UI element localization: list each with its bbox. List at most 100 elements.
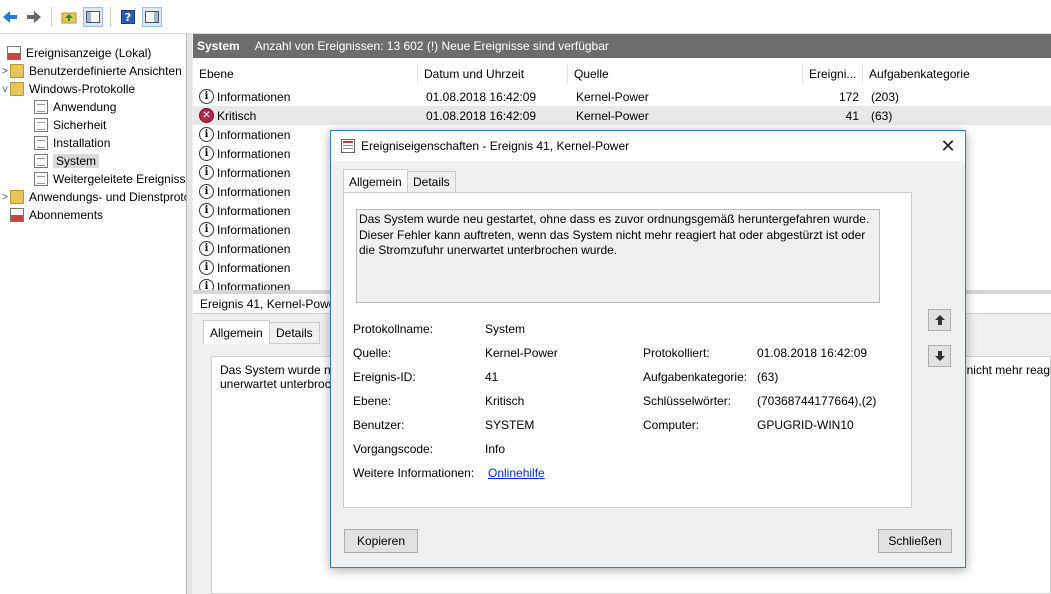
label-computer: Computer:	[643, 418, 700, 432]
cell-level: i Informationen	[199, 277, 290, 290]
close-icon[interactable]: ✕	[937, 135, 959, 157]
tree-item[interactable]: Anwendung	[24, 98, 116, 116]
subscriptions-icon	[10, 208, 24, 222]
toolbar-separator	[51, 6, 52, 27]
cell-source: Kernel-Power	[576, 108, 649, 123]
forward-arrow-icon[interactable]	[24, 7, 44, 27]
cell-task-category: (203)	[871, 89, 900, 104]
information-icon: i	[199, 203, 214, 218]
tree-item[interactable]: Installation	[24, 134, 110, 152]
event-viewer-icon	[341, 139, 355, 153]
information-icon: i	[199, 222, 214, 237]
label-protokollname: Protokollname:	[353, 322, 434, 336]
cell-level: i Informationen	[199, 144, 290, 163]
value-aufgabenkategorie: (63)	[757, 370, 779, 384]
navigation-tree: Ereignisanzeige (Lokal) > Benutzerdefinier…	[0, 34, 187, 594]
collapse-chevron-icon[interactable]: v	[0, 84, 10, 95]
label-protokolliert: Protokolliert:	[643, 346, 710, 360]
information-icon: i	[199, 165, 214, 180]
tab-general[interactable]: Allgemein	[343, 169, 408, 193]
close-button[interactable]: Schließen	[878, 529, 952, 553]
level-text: Informationen	[217, 184, 291, 199]
svg-text:?: ?	[125, 11, 131, 24]
tree-item[interactable]: Sicherheit	[24, 116, 106, 134]
up-folder-icon[interactable]	[59, 7, 79, 27]
tree-item-label: Windows-Protokolle	[29, 82, 136, 96]
label-quelle: Quelle:	[353, 346, 392, 360]
action-pane-icon[interactable]	[142, 6, 162, 27]
column-header-task-category[interactable]: Aufgabenkategorie	[863, 64, 1051, 84]
value-computer: GPUGRID-WIN10	[757, 418, 854, 432]
value-ereignis-id: 41	[485, 370, 499, 384]
column-header-event-id[interactable]: Ereigni...	[803, 64, 863, 84]
show-tree-icon[interactable]	[83, 6, 103, 27]
table-row[interactable]: ✕ Kritisch 01.08.2018 16:42:09 Kernel-Power…	[193, 106, 1051, 125]
tab-preview-general[interactable]: Allgemein	[203, 320, 270, 344]
tab-preview-details[interactable]: Details	[269, 322, 320, 344]
cell-level: ✕ Kritisch	[199, 106, 256, 125]
information-icon: i	[199, 146, 214, 161]
tree-item[interactable]: > Benutzerdefinierte Ansichten	[0, 62, 182, 80]
event-viewer-icon	[7, 46, 21, 60]
tree-item-label: Benutzerdefinierte Ansichten	[29, 64, 182, 78]
level-text: Informationen	[217, 127, 291, 142]
information-icon: i	[199, 241, 214, 256]
folder-icon	[10, 82, 24, 96]
tree-item-label: Anwendungs- und Dienstprotokolle	[29, 190, 186, 204]
information-icon: i	[199, 279, 214, 290]
tree-item[interactable]: System	[24, 152, 100, 170]
log-icon	[34, 118, 48, 132]
copy-button[interactable]: Kopieren	[344, 529, 418, 553]
log-icon	[34, 100, 48, 114]
level-text: Informationen	[217, 222, 291, 237]
level-text: Informationen	[217, 146, 291, 161]
tree-item-label: Ereignisanzeige (Lokal)	[26, 46, 152, 60]
tree-item[interactable]: v Windows-Protokolle	[0, 80, 135, 98]
cell-source: Kernel-Power	[576, 89, 649, 104]
log-icon	[34, 136, 48, 150]
expand-chevron-icon[interactable]: >	[0, 66, 10, 77]
tree-splitter[interactable]	[187, 34, 192, 594]
column-header-date[interactable]: Datum und Uhrzeit	[418, 64, 568, 84]
column-header-source[interactable]: Quelle	[568, 64, 803, 84]
tree-item[interactable]: Abonnements	[0, 206, 103, 224]
pane-title: System	[197, 39, 240, 53]
tree-item-label: Sicherheit	[53, 118, 107, 132]
help-icon[interactable]: ?	[118, 7, 138, 27]
column-header-level[interactable]: Ebene	[193, 64, 418, 84]
tab-details[interactable]: Details	[407, 171, 456, 193]
level-text: Informationen	[217, 89, 291, 104]
back-arrow-icon[interactable]	[0, 7, 20, 27]
cell-date: 01.08.2018 16:42:09	[426, 108, 537, 123]
next-event-button[interactable]	[928, 345, 951, 367]
value-protokolliert: 01.08.2018 16:42:09	[757, 346, 868, 360]
information-icon: i	[199, 127, 214, 142]
tree-item-label: Weitergeleitete Ereignisse	[53, 172, 187, 186]
arrow-up-icon	[934, 315, 945, 325]
information-icon: i	[199, 260, 214, 275]
cell-date: 01.08.2018 16:42:09	[426, 89, 537, 104]
folder-icon	[10, 190, 24, 204]
event-description[interactable]: Das System wurde neu gestartet, ohne das…	[356, 209, 880, 303]
value-benutzer: SYSTEM	[485, 418, 535, 432]
tree-item[interactable]: Ereignisanzeige (Lokal)	[0, 44, 151, 62]
preview-text-right: nicht mehr reag	[966, 363, 1050, 377]
tree-item[interactable]: Weitergeleitete Ereignisse	[24, 170, 187, 188]
cell-level: i Informationen	[199, 258, 290, 277]
tree-item[interactable]: > Anwendungs- und Dienstprotokolle	[0, 188, 186, 206]
label-weitere-informationen: Weitere Informationen:	[353, 466, 475, 480]
tree-item-label: Anwendung	[53, 100, 117, 114]
expand-chevron-icon[interactable]: >	[0, 192, 10, 203]
online-help-link[interactable]: Onlinehilfe	[488, 465, 545, 481]
level-text: Kritisch	[217, 108, 257, 123]
cell-level: i Informationen	[199, 201, 290, 220]
folder-icon	[10, 64, 24, 78]
previous-event-button[interactable]	[928, 309, 951, 331]
log-icon	[34, 172, 48, 186]
table-row[interactable]: i Informationen 01.08.2018 16:42:09 Kernel-…	[193, 87, 1051, 106]
tree-item-label: Abonnements	[29, 208, 104, 222]
log-icon	[34, 154, 48, 168]
tree-item-label: Installation	[53, 136, 111, 150]
value-quelle: Kernel-Power	[485, 346, 558, 360]
cell-level: i Informationen	[199, 182, 290, 201]
